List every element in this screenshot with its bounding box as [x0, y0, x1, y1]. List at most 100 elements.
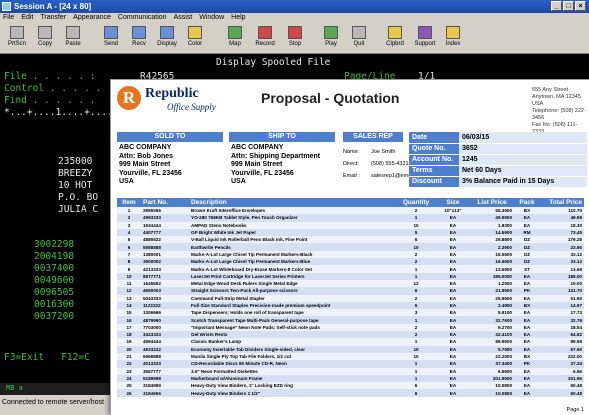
toolbar-paste-button[interactable]: Paste: [60, 25, 86, 53]
terminal-number: 0016300: [34, 299, 75, 310]
rep-phone: (508) 555-4321: [371, 161, 409, 167]
description-cell: Brown Kraft Interoffice Envelopes: [189, 207, 396, 215]
size-cell: EA: [436, 243, 470, 251]
maximize-button[interactable]: □: [563, 1, 574, 11]
toolbar-button-label: Recv: [132, 41, 146, 47]
toolbar-button-label: Color: [187, 41, 203, 47]
toolbar-color-button[interactable]: Color: [182, 25, 208, 53]
table-row: 4 4407777 GP Bright White Ink Jet Paper 5 EA…: [117, 228, 584, 237]
toolbar-display-button[interactable]: Display: [154, 25, 180, 53]
description-cell: Heavy-Duty View Binders 1 1/2": [189, 389, 396, 397]
list-price-cell: 25.9500: [470, 294, 514, 302]
col-size: Size: [436, 198, 470, 207]
total-price-cell: 131.70: [540, 287, 584, 295]
list-price-cell: 49.9900: [470, 214, 514, 222]
total-price-cell: 60.48: [540, 382, 584, 390]
toolbar-play-button[interactable]: Play: [318, 25, 344, 53]
item-cell: 14: [117, 301, 141, 310]
logo-mark: R: [117, 86, 141, 110]
size-cell: EA: [436, 374, 470, 383]
item-cell: 1: [117, 207, 141, 215]
total-price-cell: 13.69: [540, 265, 584, 273]
toolbar-button-label: Support: [414, 41, 436, 47]
ship-to-line: 999 Main Street: [231, 161, 283, 168]
menu-window[interactable]: Window: [199, 14, 224, 24]
item-cell: 3: [117, 221, 141, 229]
stop-icon: [288, 26, 302, 39]
part-no-cell: 4013333: [141, 360, 189, 368]
sold-to-line: ABC COMPANY: [119, 144, 172, 151]
toolbar-recv-button[interactable]: Recv: [126, 25, 152, 53]
quantity-cell: 6: [396, 236, 436, 244]
menu-appearance[interactable]: Appearance: [73, 14, 111, 24]
part-no-cell: 3184999: [141, 382, 189, 390]
clipboard-icon: [388, 26, 402, 39]
quote-value: 06/03/15: [459, 132, 587, 144]
toolbar-prtscn-button[interactable]: PrtScn: [4, 25, 30, 53]
table-row: 16 4879990 Scotch Transparent Tape Multi-P…: [117, 316, 584, 324]
toolbar-clpbrd-button[interactable]: Clpbrd: [382, 25, 408, 53]
file-label: File . . . . . :: [4, 71, 96, 82]
close-button[interactable]: ×: [575, 1, 586, 11]
description-cell: 3.5" Neon Formatted Diskettes: [189, 367, 396, 375]
toolbar: PrtScn Copy Paste Send Recv Display Color Map Re…: [0, 24, 589, 54]
pack-cell: RM: [514, 228, 540, 237]
part-no-cell: 4407777: [141, 228, 189, 237]
total-price-cell: 57.90: [540, 345, 584, 353]
toolbar-index-button[interactable]: Index: [440, 25, 466, 53]
list-price-cell: 5.7900: [470, 345, 514, 353]
sold-to-line: USA: [119, 178, 134, 185]
size-cell: EA: [436, 345, 470, 353]
toolbar-map-button[interactable]: Map: [222, 25, 248, 53]
menu-assist[interactable]: Assist: [174, 14, 193, 24]
pack-cell: DZ: [514, 236, 540, 244]
description-cell: Straight Scissors Two-Pack All-purpose s…: [189, 287, 396, 295]
size-cell: EA: [436, 279, 470, 288]
menu-help[interactable]: Help: [231, 14, 245, 24]
table-row: 25 3184999 Heavy-Duty View Binders, 1" Loc…: [117, 382, 584, 390]
menu-communication[interactable]: Communication: [118, 14, 167, 24]
total-price-cell: 49.99: [540, 214, 584, 222]
total-price-cell: 201.95: [540, 374, 584, 383]
toolbar-quit-button[interactable]: Quit: [346, 25, 372, 53]
toolbar-stop-button[interactable]: Stop: [282, 25, 308, 53]
item-cell: 7: [117, 250, 141, 259]
pack-cell: PK: [514, 287, 540, 295]
toolbar-copy-button[interactable]: Copy: [32, 25, 58, 53]
table-row: 13 5043333 Command Full-Strip Metal Staple…: [117, 294, 584, 302]
company-name: Republic: [145, 86, 199, 101]
description-cell: Command Full-Strip Metal Stapler: [189, 294, 396, 302]
item-cell: 9: [117, 265, 141, 273]
description-cell: Full Size Standard Staples Precision-mad…: [189, 301, 396, 310]
minimize-button[interactable]: _: [551, 1, 562, 11]
menu-edit[interactable]: Edit: [21, 14, 33, 24]
toolbar-record-button[interactable]: Record: [252, 25, 278, 53]
part-no-cell: 5043333: [141, 294, 189, 302]
menu-transfer[interactable]: Transfer: [40, 14, 66, 24]
receive-icon: [132, 26, 146, 39]
item-cell: 6: [117, 243, 141, 251]
ship-to-header: SHIP TO: [229, 132, 335, 142]
description-cell: Scotch Transparent Tape Multi-Pack Gener…: [189, 316, 396, 324]
menu-file[interactable]: File: [3, 14, 14, 24]
toolbar-send-button[interactable]: Send: [98, 25, 124, 53]
item-cell: 26: [117, 389, 141, 397]
part-no-cell: 3423333: [141, 331, 189, 339]
sold-to-line: Yourville, FL 23456: [119, 169, 182, 177]
size-cell: EA: [436, 250, 470, 259]
play-icon: [324, 26, 338, 39]
pack-cell: EA: [514, 345, 540, 353]
list-price-cell: 10.0800: [470, 389, 514, 397]
list-price-cell: 89.9500: [470, 338, 514, 346]
page-number: Page 1: [566, 407, 584, 413]
table-row: 6 5588888 Earthwrite Pencils 10 EA 2.3900 DZ 23…: [117, 243, 584, 251]
col-total-price: Total Price: [540, 198, 584, 207]
terminal-number: 3002298: [34, 239, 75, 250]
size-cell: EA: [436, 214, 470, 222]
toolbar-support-button[interactable]: Support: [412, 25, 438, 53]
total-price-cell: 18.30: [540, 221, 584, 229]
size-cell: EA: [436, 338, 470, 346]
pack-cell: BX: [514, 207, 540, 215]
item-cell: 10: [117, 272, 141, 280]
description-cell: Classic Banker's Lamp: [189, 338, 396, 346]
